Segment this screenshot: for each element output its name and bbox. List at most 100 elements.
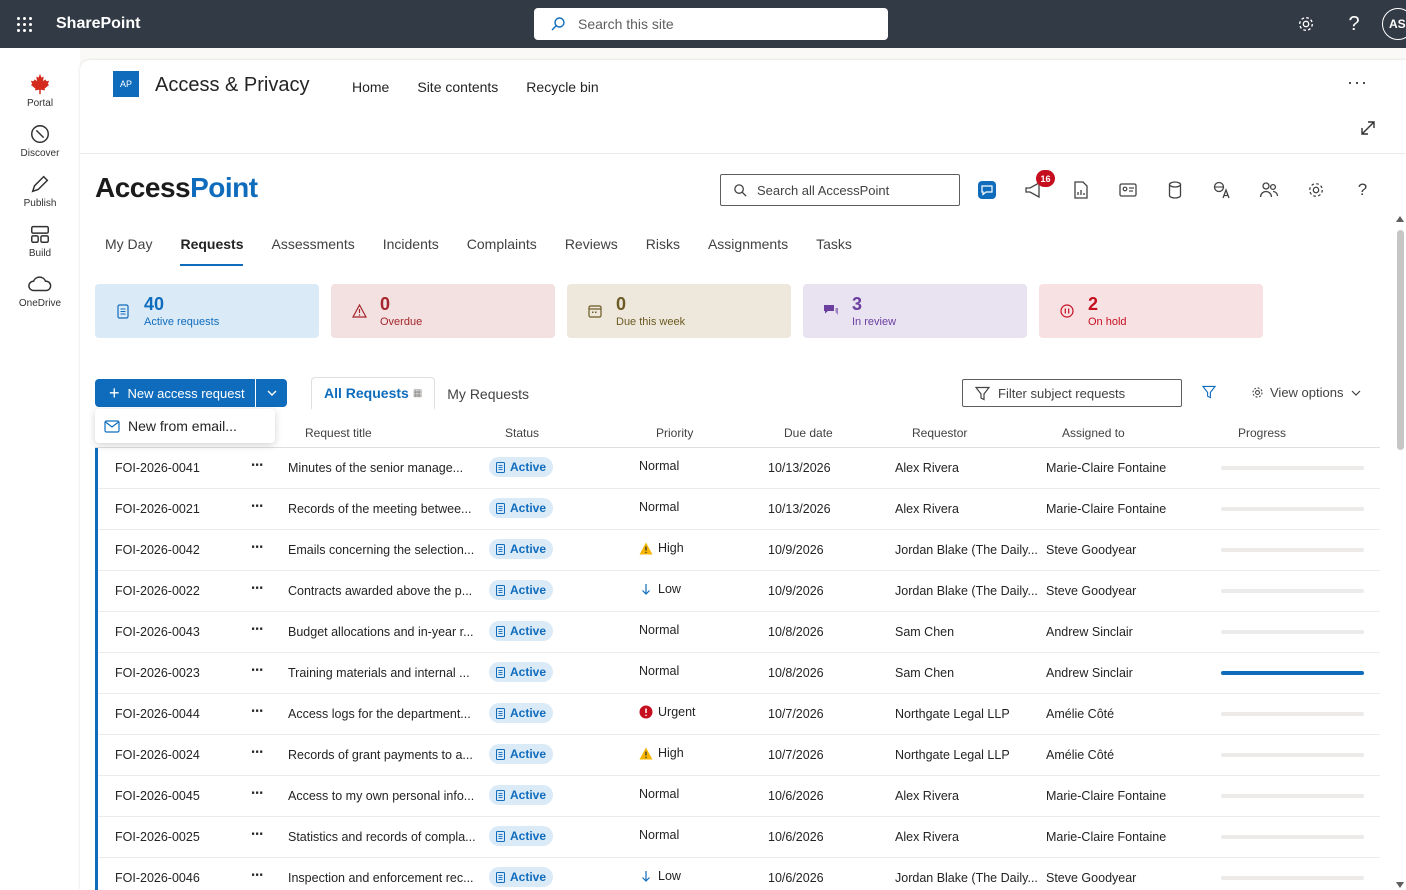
chat-button[interactable] — [963, 170, 1010, 210]
new-access-request-button[interactable]: + New access request — [95, 379, 255, 407]
site-nav-site-contents[interactable]: Site contents — [417, 79, 498, 95]
request-id[interactable]: FOI-2026-0024 — [115, 748, 235, 762]
scrollbar-thumb[interactable] — [1397, 230, 1404, 450]
request-title[interactable]: Access to my own personal info... — [288, 789, 480, 803]
new-from-email-menu-item[interactable]: New from email... — [95, 409, 275, 443]
request-id[interactable]: FOI-2026-0023 — [115, 666, 235, 680]
people-button[interactable] — [1245, 170, 1292, 210]
row-more-button[interactable]: ⋯ — [251, 826, 271, 841]
table-row[interactable]: FOI-2026-0025 ⋯ Statistics and records of … — [95, 817, 1380, 858]
request-id[interactable]: FOI-2026-0025 — [115, 830, 235, 844]
table-row[interactable]: FOI-2026-0046 ⋯ Inspection and enforcement… — [95, 858, 1380, 890]
request-title[interactable]: Statistics and records of compla... — [288, 830, 480, 844]
column-header-status[interactable]: Status — [505, 426, 539, 440]
view-options-button[interactable]: View options — [1251, 385, 1367, 400]
accesspoint-search-input[interactable]: Search all AccessPoint — [720, 174, 960, 206]
new-request-dropdown-button[interactable] — [256, 379, 287, 407]
site-nav-recycle-bin[interactable]: Recycle bin — [526, 79, 598, 95]
more-options-button[interactable]: ··· — [1347, 72, 1368, 93]
app-help-button[interactable]: ? — [1339, 170, 1386, 210]
tab-my-day[interactable]: My Day — [105, 236, 152, 266]
row-more-button[interactable]: ⋯ — [251, 621, 271, 636]
in-review-card[interactable]: 3 In review — [803, 284, 1027, 338]
column-header-request-title[interactable]: Request title — [305, 426, 372, 440]
request-title[interactable]: Records of grant payments to a... — [288, 748, 480, 762]
request-id[interactable]: FOI-2026-0021 — [115, 502, 235, 516]
request-title[interactable]: Access logs for the department... — [288, 707, 480, 721]
tab-assessments[interactable]: Assessments — [271, 236, 354, 266]
request-id[interactable]: FOI-2026-0043 — [115, 625, 235, 639]
site-title[interactable]: Access & Privacy — [155, 74, 309, 97]
tab-my-requests[interactable]: My Requests — [435, 377, 541, 410]
row-more-button[interactable]: ⋯ — [251, 539, 271, 554]
row-more-button[interactable]: ⋯ — [251, 703, 271, 718]
request-title[interactable]: Emails concerning the selection... — [288, 543, 480, 557]
language-button[interactable] — [1198, 170, 1245, 210]
on-hold-card[interactable]: 2 On hold — [1039, 284, 1263, 338]
site-search-box[interactable]: Search this site — [534, 8, 888, 40]
request-id[interactable]: FOI-2026-0044 — [115, 707, 235, 721]
contacts-button[interactable] — [1104, 170, 1151, 210]
row-more-button[interactable]: ⋯ — [251, 580, 271, 595]
column-header-priority[interactable]: Priority — [656, 426, 693, 440]
filter-subject-requests-input[interactable]: Filter subject requests — [962, 379, 1182, 407]
due-this-week-card[interactable]: 0 Due this week — [567, 284, 791, 338]
request-id[interactable]: FOI-2026-0045 — [115, 789, 235, 803]
request-id[interactable]: FOI-2026-0022 — [115, 584, 235, 598]
table-row[interactable]: FOI-2026-0022 ⋯ Contracts awarded above th… — [95, 571, 1380, 612]
table-row[interactable]: FOI-2026-0043 ⋯ Budget allocations and in-… — [95, 612, 1380, 653]
suite-title[interactable]: SharePoint — [56, 15, 140, 33]
user-avatar[interactable]: AS — [1382, 8, 1406, 40]
expand-button[interactable] — [1360, 120, 1376, 139]
table-row[interactable]: FOI-2026-0044 ⋯ Access logs for the depart… — [95, 694, 1380, 735]
row-more-button[interactable]: ⋯ — [251, 785, 271, 800]
request-title[interactable]: Inspection and enforcement rec... — [288, 871, 480, 885]
tab-assignments[interactable]: Assignments — [708, 236, 788, 266]
tab-all-requests[interactable]: All Requests ▦ — [311, 377, 436, 410]
app-settings-button[interactable] — [1292, 170, 1339, 210]
request-id[interactable]: FOI-2026-0041 — [115, 461, 235, 475]
tab-tasks[interactable]: Tasks — [816, 236, 852, 266]
site-logo[interactable]: AP — [113, 71, 139, 97]
appbar-item-discover[interactable]: Discover — [0, 116, 80, 166]
appbar-item-portal[interactable]: Portal — [0, 66, 80, 116]
row-more-button[interactable]: ⋯ — [251, 457, 271, 472]
settings-button[interactable] — [1282, 0, 1330, 48]
scroll-up-arrow-icon[interactable] — [1396, 216, 1404, 222]
appbar-item-build[interactable]: Build — [0, 216, 80, 266]
column-header-assigned-to[interactable]: Assigned to — [1062, 426, 1125, 440]
reports-button[interactable] — [1057, 170, 1104, 210]
table-row[interactable]: FOI-2026-0024 ⋯ Records of grant payments … — [95, 735, 1380, 776]
scroll-down-arrow-icon[interactable] — [1396, 882, 1404, 888]
tab-reviews[interactable]: Reviews — [565, 236, 618, 266]
row-more-button[interactable]: ⋯ — [251, 744, 271, 759]
table-row[interactable]: FOI-2026-0021 ⋯ Records of the meeting bet… — [95, 489, 1380, 530]
vertical-scrollbar[interactable] — [1394, 216, 1406, 890]
appbar-item-publish[interactable]: Publish — [0, 166, 80, 216]
help-button[interactable]: ? — [1330, 0, 1378, 48]
request-title[interactable]: Contracts awarded above the p... — [288, 584, 480, 598]
tab-risks[interactable]: Risks — [646, 236, 680, 266]
row-more-button[interactable]: ⋯ — [251, 662, 271, 677]
table-row[interactable]: FOI-2026-0023 ⋯ Training materials and int… — [95, 653, 1380, 694]
row-more-button[interactable]: ⋯ — [251, 867, 271, 882]
tab-complaints[interactable]: Complaints — [467, 236, 537, 266]
request-id[interactable]: FOI-2026-0042 — [115, 543, 235, 557]
site-nav-home[interactable]: Home — [352, 79, 389, 95]
filter-button[interactable] — [1201, 385, 1217, 402]
data-button[interactable] — [1151, 170, 1198, 210]
table-row[interactable]: FOI-2026-0045 ⋯ Access to my own personal … — [95, 776, 1380, 817]
overdue-card[interactable]: 0 Overdue — [331, 284, 555, 338]
tab-incidents[interactable]: Incidents — [383, 236, 439, 266]
app-launcher-button[interactable] — [0, 0, 48, 48]
column-header-requestor[interactable]: Requestor — [912, 426, 967, 440]
request-title[interactable]: Records of the meeting betwee... — [288, 502, 480, 516]
column-header-progress[interactable]: Progress — [1238, 426, 1286, 440]
request-id[interactable]: FOI-2026-0046 — [115, 871, 235, 885]
row-more-button[interactable]: ⋯ — [251, 498, 271, 513]
column-header-due-date[interactable]: Due date — [784, 426, 833, 440]
request-title[interactable]: Budget allocations and in-year r... — [288, 625, 480, 639]
request-title[interactable]: Minutes of the senior manage... — [288, 461, 480, 475]
tab-requests[interactable]: Requests — [180, 236, 244, 266]
table-row[interactable]: FOI-2026-0042 ⋯ Emails concerning the sele… — [95, 530, 1380, 571]
